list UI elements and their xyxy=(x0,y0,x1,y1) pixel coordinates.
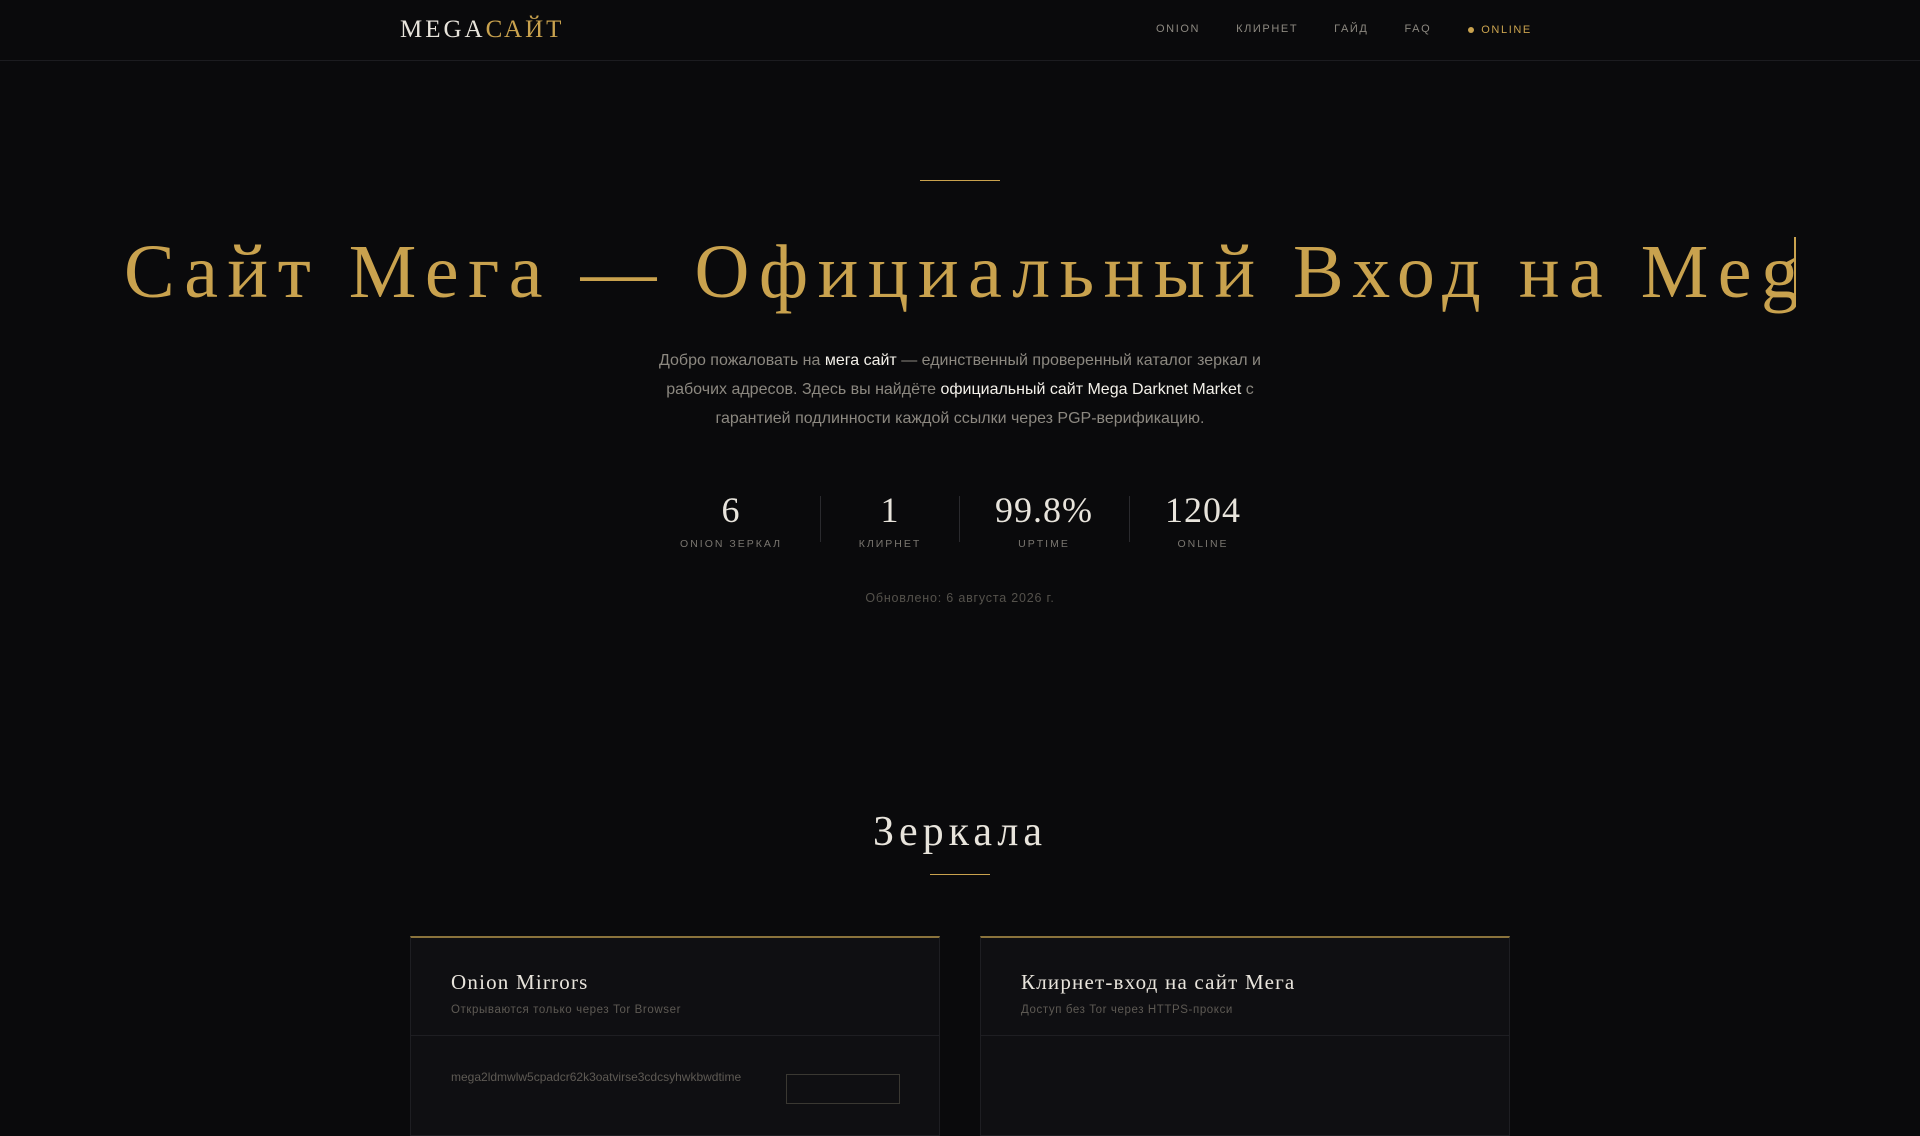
card-title: Onion Mirrors xyxy=(451,970,589,994)
stat-value: 1 xyxy=(880,490,900,530)
stat-label: КЛИРНЕТ xyxy=(858,538,922,550)
main-nav: ONION КЛИРНЕТ ГАЙД FAQ ONLINE xyxy=(1156,22,1532,36)
site-logo[interactable]: MEGAСАЙТ xyxy=(400,14,564,46)
nav-link-faq[interactable]: FAQ xyxy=(1404,23,1431,35)
nav-link-guide[interactable]: ГАЙД xyxy=(1334,23,1368,35)
card-onion-mirrors: Onion Mirrors Открываются только через T… xyxy=(410,936,940,1136)
hero-desc-highlight-2: официальный сайт Mega Darknet Market xyxy=(940,381,1242,398)
logo-text-mega: MEGA xyxy=(400,16,486,43)
card-title: Клирнет-вход на сайт Мега xyxy=(1021,970,1296,994)
hero-desc-highlight-1: мега сайт xyxy=(824,352,897,369)
stat-divider xyxy=(959,496,960,542)
stat-label: UPTIME xyxy=(1018,538,1070,550)
mirrors-divider xyxy=(930,874,990,875)
stat-divider xyxy=(1129,496,1130,542)
stat-value: 99.8% xyxy=(995,490,1093,530)
card-subtitle: Открываются только через Tor Browser xyxy=(451,1004,682,1016)
card-clearnet-entry: Клирнет-вход на сайт Мега Доступ без Tor… xyxy=(980,936,1510,1136)
online-status: ONLINE xyxy=(1468,24,1532,36)
stats-row: 6 ONION ЗЕРКАЛ 1 КЛИРНЕТ 99.8% UPTIME 12… xyxy=(0,492,1920,552)
card-subtitle: Доступ без Tor через HTTPS-прокси xyxy=(1021,1004,1233,1016)
hero-title: Сайт Мега — Официальный Вход на Mega Dar… xyxy=(124,230,1796,314)
copy-link-button[interactable] xyxy=(786,1074,900,1104)
card-header: Клирнет-вход на сайт Мега Доступ без Tor… xyxy=(981,938,1509,1036)
stat-online-users: 1204 ONLINE xyxy=(1165,492,1241,550)
status-dot-icon xyxy=(1468,27,1475,33)
nav-link-onion[interactable]: ONION xyxy=(1156,23,1200,35)
stat-onion-mirrors: 6 ONION ЗЕРКАЛ xyxy=(680,492,782,550)
stat-divider xyxy=(820,496,821,542)
stat-label: ONLINE xyxy=(1177,538,1229,550)
typing-cursor xyxy=(1794,237,1796,295)
top-bar: MEGAСАЙТ ONION КЛИРНЕТ ГАЙД FAQ ONLINE xyxy=(0,0,1920,61)
mirrors-section-title: Зеркала xyxy=(872,809,1048,855)
mirror-link[interactable] xyxy=(981,1036,1509,1070)
stat-label: ONION ЗЕРКАЛ xyxy=(680,538,782,550)
stat-uptime: 99.8% UPTIME xyxy=(995,492,1093,550)
nav-link-clearnet[interactable]: КЛИРНЕТ xyxy=(1236,23,1298,35)
stat-clearnet: 1 КЛИРНЕТ xyxy=(859,492,922,550)
stat-value: 6 xyxy=(721,490,741,530)
stat-value: 1204 xyxy=(1165,490,1241,530)
hero-desc-text-1: Добро пожаловать на xyxy=(658,352,825,369)
hero-divider xyxy=(920,180,1000,181)
last-updated: Обновлено: 6 августа 2026 г. xyxy=(865,591,1055,605)
hero-description: Добро пожаловать на мега сайт — единстве… xyxy=(640,346,1280,433)
online-status-label: ONLINE xyxy=(1481,24,1532,36)
card-header: Onion Mirrors Открываются только через T… xyxy=(411,938,939,1036)
logo-text-sait: САЙТ xyxy=(485,16,565,43)
